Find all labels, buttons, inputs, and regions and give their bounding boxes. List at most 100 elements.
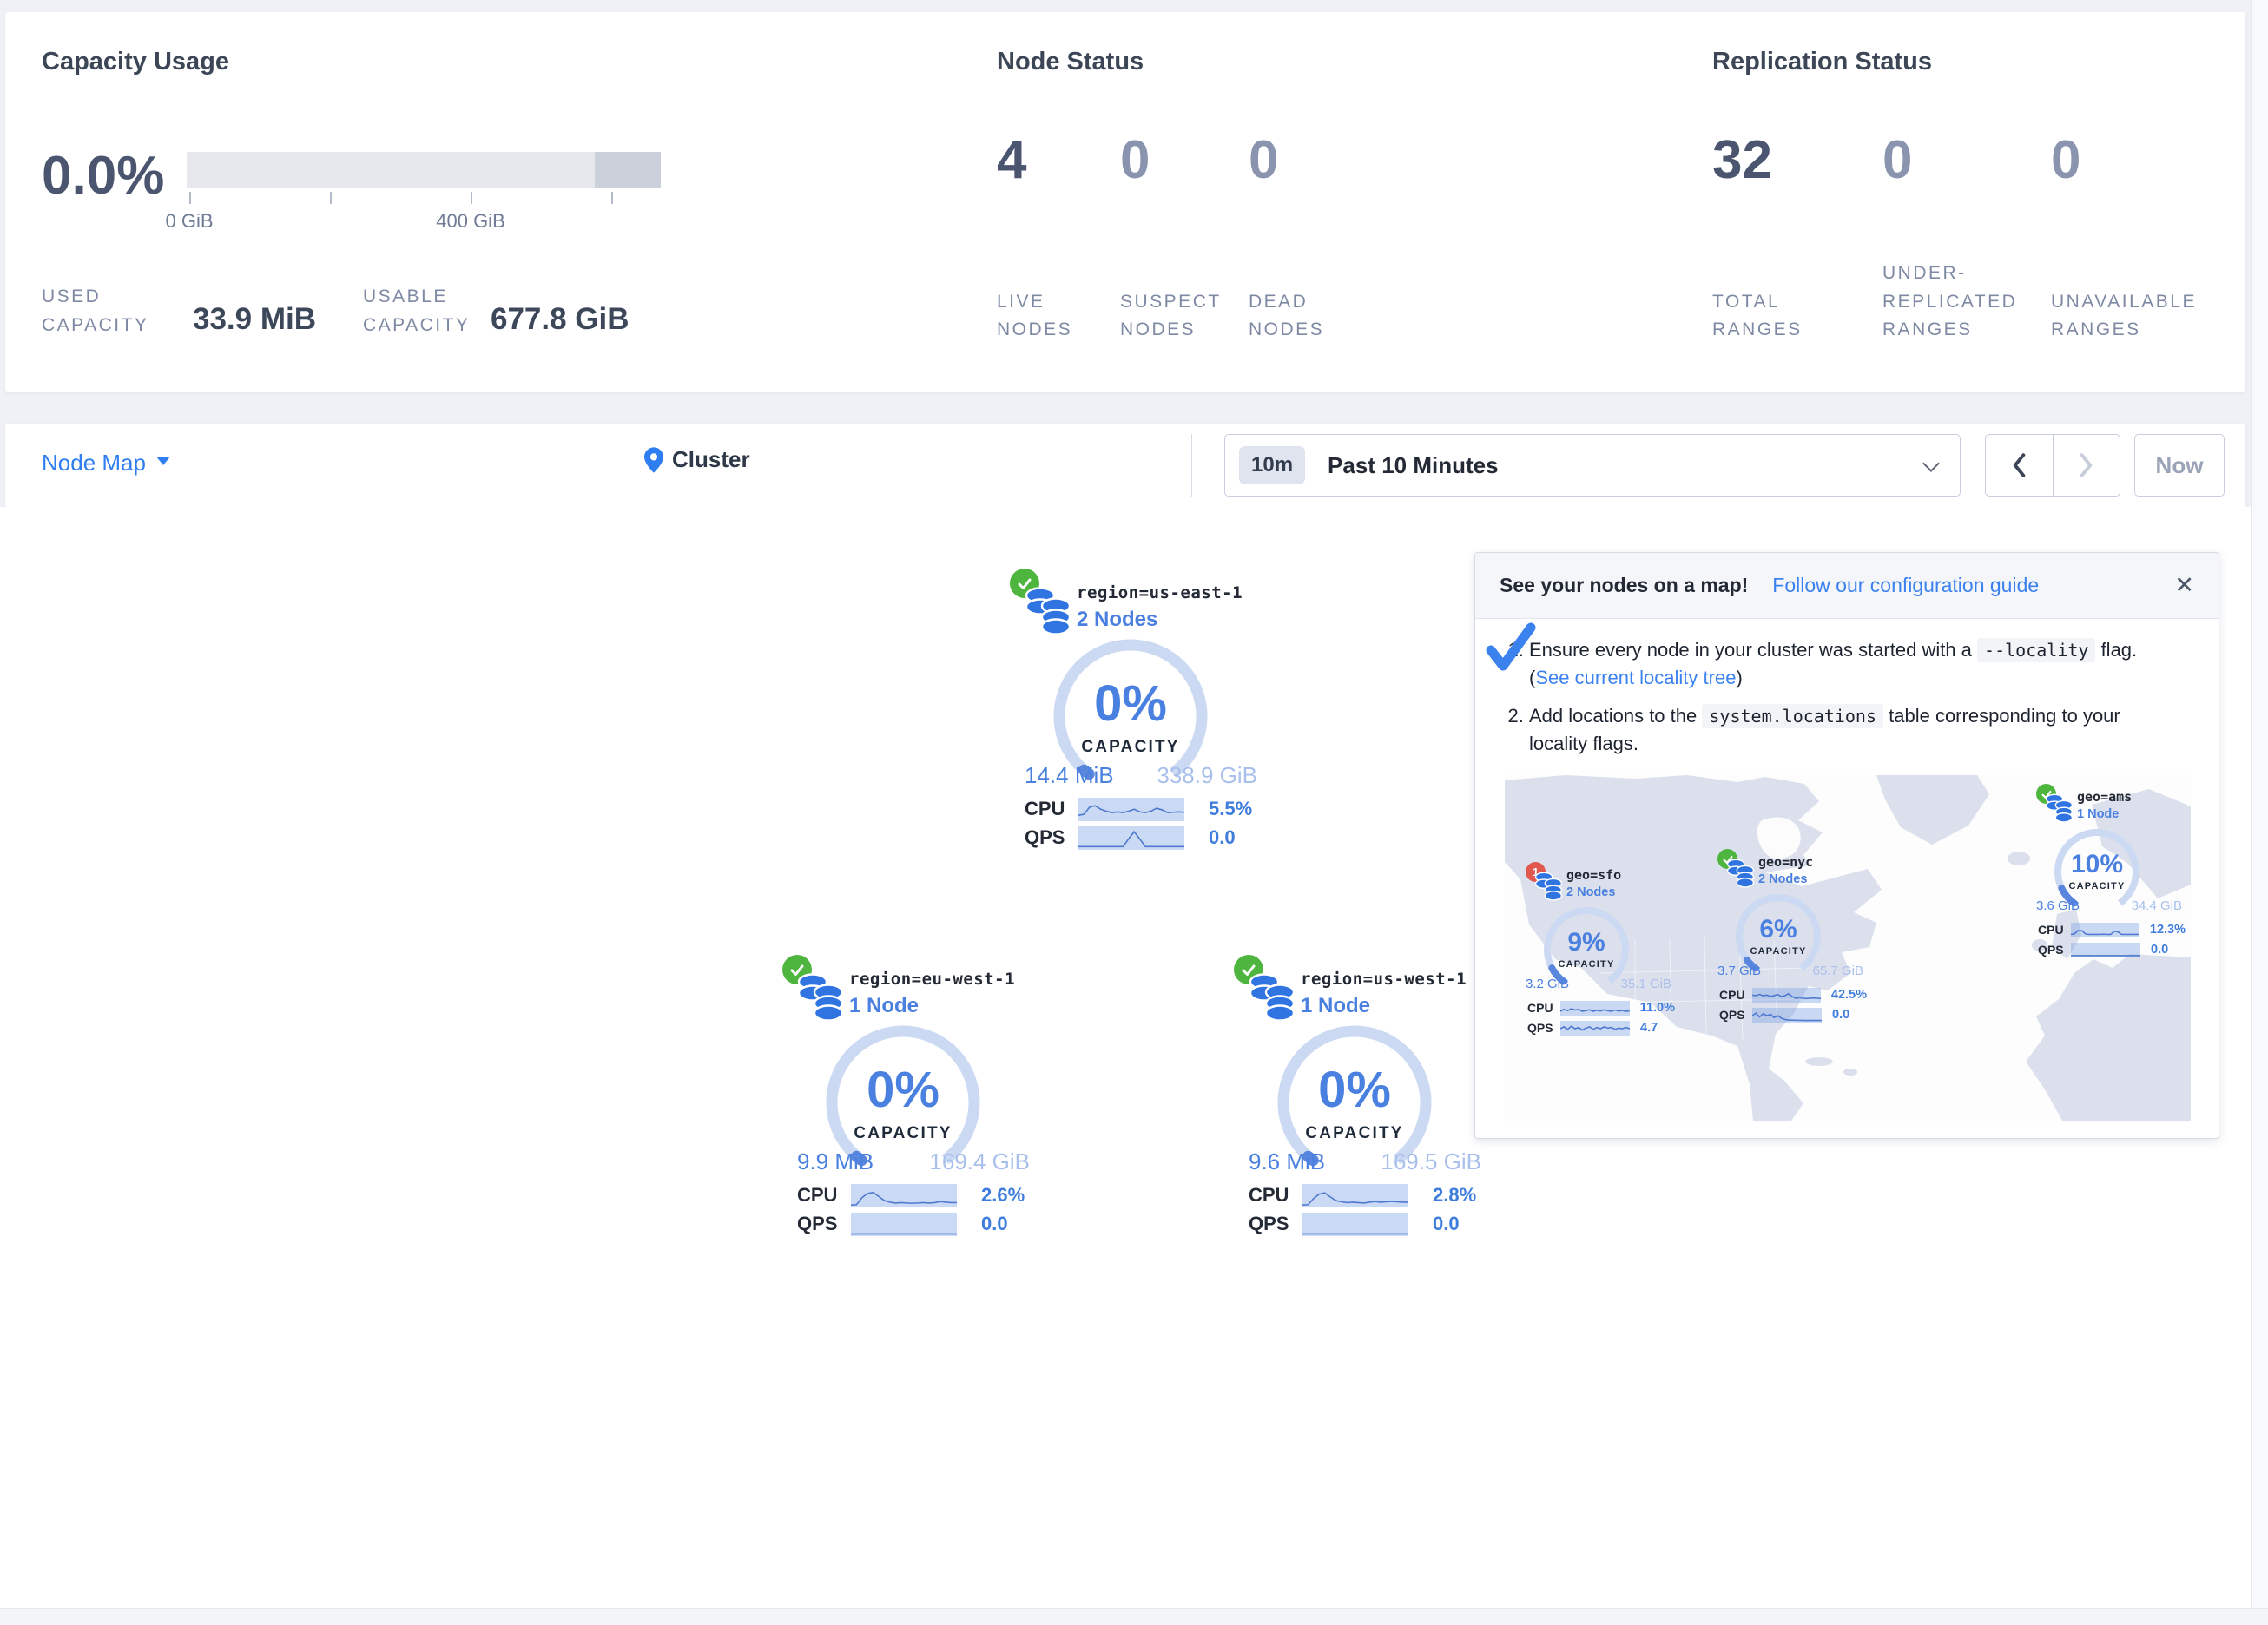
cpu-label: CPU	[1249, 1184, 1302, 1207]
locality-nodes-link[interactable]: 1 Node	[1301, 994, 1370, 1018]
locality-title: region=eu-west-1	[849, 970, 1015, 989]
capacity-label: CAPACITY	[1533, 959, 1640, 970]
locality-card-eu-west-1[interactable]: region=eu-west-1 1 Node 0% CAPACITY 9.9 …	[771, 951, 1049, 1246]
cpu-value: 2.8%	[1433, 1184, 1476, 1207]
qps-value: 0.0	[2151, 943, 2168, 957]
capacity-percent: 6%	[1724, 917, 1832, 943]
capacity-percent: 10%	[2043, 852, 2151, 878]
total-ranges-label: TOTAL RANGES	[1712, 288, 1816, 345]
cpu-metric-row: CPU 2.6%	[797, 1183, 1032, 1207]
setup-step-2: Add locations to the system.locations ta…	[1529, 702, 2153, 758]
time-step-buttons	[1985, 434, 2120, 497]
total-ranges-value: 32	[1712, 134, 1772, 188]
suspect-nodes-value: 0	[1120, 134, 1150, 188]
axis-tick	[611, 192, 613, 204]
setup-steps-list: Ensure every node in your cluster was st…	[1475, 636, 2153, 758]
capacity-used-value: 3.7 GiB	[1717, 964, 1761, 978]
capacity-usage-percent: 0.0%	[42, 149, 164, 203]
node-map-canvas: region=us-east-1 2 Nodes 0% CAPACITY 14.…	[0, 507, 2251, 1608]
database-stack-icon	[1247, 970, 1297, 1023]
time-range-dropdown[interactable]: 10m Past 10 Minutes	[1224, 434, 1961, 497]
locality-nodes-label: 2 Nodes	[1758, 872, 1807, 886]
locality-nodes-label: 1 Node	[2077, 807, 2119, 821]
capacity-label: CAPACITY	[1724, 946, 1832, 957]
cpu-sparkline	[1560, 1001, 1630, 1016]
time-range-label: Past 10 Minutes	[1328, 452, 1499, 479]
qps-sparkline	[1078, 826, 1184, 850]
cpu-sparkline	[1302, 1184, 1408, 1207]
axis-tick	[471, 192, 472, 204]
qps-sparkline	[851, 1213, 957, 1236]
cpu-label: CPU	[1527, 1001, 1560, 1015]
qps-label: QPS	[1025, 826, 1078, 849]
chevron-down-icon	[156, 457, 170, 465]
capacity-usable-segment	[595, 152, 661, 188]
breadcrumb-label: Cluster	[672, 446, 750, 473]
cpu-value: 11.0%	[1640, 1001, 1675, 1015]
capacity-percent: 0%	[1259, 1065, 1450, 1115]
cpu-sparkline	[851, 1184, 957, 1207]
usable-capacity-value: 677.8 GiB	[491, 302, 630, 337]
popup-title: See your nodes on a map!	[1500, 574, 1748, 597]
page-footer-strip	[0, 1608, 2268, 1625]
qps-label: QPS	[1527, 1021, 1560, 1035]
qps-value: 0.0	[1832, 1008, 1849, 1022]
chevron-down-icon	[1922, 455, 1940, 472]
capacity-total-value: 169.4 GiB	[929, 1148, 1030, 1175]
locality-card-us-east-1[interactable]: region=us-east-1 2 Nodes 0% CAPACITY 14.…	[999, 564, 1276, 859]
unavailable-value: 0	[2051, 134, 2080, 188]
close-icon[interactable]: ✕	[2174, 572, 2194, 599]
capacity-used-value: 3.6 GiB	[2036, 898, 2080, 913]
configuration-guide-link[interactable]: Follow our configuration guide	[1772, 574, 2039, 597]
capacity-percent: 0%	[808, 1065, 999, 1115]
database-stack-icon	[1725, 857, 1756, 889]
qps-label: QPS	[1719, 1008, 1752, 1022]
qps-label: QPS	[1249, 1213, 1302, 1235]
cpu-value: 2.6%	[981, 1184, 1025, 1207]
unavailable-label: UNAVAILABLE RANGES	[2051, 288, 2216, 345]
live-nodes-value: 4	[997, 134, 1026, 188]
capacity-used-value: 14.4 MiB	[1025, 762, 1114, 789]
locality-title: geo=sfo	[1566, 867, 1621, 883]
tick-label-400: 400 GiB	[419, 210, 523, 233]
qps-label: QPS	[797, 1213, 851, 1235]
system-locations-code: system.locations	[1702, 704, 1883, 728]
chevron-right-icon	[2078, 452, 2095, 478]
cpu-label: CPU	[1025, 798, 1078, 820]
cpu-label: CPU	[1719, 988, 1752, 1002]
breadcrumb[interactable]: Cluster	[644, 446, 750, 473]
node-status-title: Node Status	[997, 48, 1144, 76]
qps-label: QPS	[2038, 943, 2071, 957]
time-range-badge: 10m	[1239, 446, 1305, 484]
capacity-usage-bar	[187, 152, 661, 188]
database-stack-icon	[1023, 583, 1073, 637]
cpu-label: CPU	[2038, 923, 2071, 937]
time-next-button[interactable]	[2054, 435, 2120, 496]
location-pin-icon	[644, 447, 663, 473]
capacity-label: CAPACITY	[808, 1124, 999, 1143]
time-prev-button[interactable]	[1986, 435, 2054, 496]
now-button[interactable]: Now	[2134, 434, 2225, 497]
scrollbar-gutter[interactable]	[2251, 0, 2268, 1608]
live-nodes-label: LIVE NODES	[997, 288, 1097, 345]
step-done-check-icon	[1484, 621, 1538, 674]
cpu-sparkline	[2071, 923, 2139, 938]
example-world-map: 1 geo=sfo 2 Nodes 9% CAPACITY 3.2 GiB 35…	[1505, 775, 2191, 1121]
locality-title: geo=ams	[2077, 789, 2132, 805]
locality-title: region=us-east-1	[1077, 583, 1243, 602]
locality-tree-link[interactable]: See current locality tree	[1535, 667, 1736, 688]
chevron-left-icon	[2010, 452, 2027, 478]
view-mode-dropdown[interactable]: Node Map	[42, 450, 170, 477]
cpu-label: CPU	[797, 1184, 851, 1207]
locality-card-us-west-1[interactable]: region=us-west-1 1 Node 0% CAPACITY 9.6 …	[1223, 951, 1500, 1246]
capacity-total-value: 338.9 GiB	[1157, 762, 1257, 789]
locality-nodes-label: 2 Nodes	[1566, 885, 1615, 899]
capacity-label: CAPACITY	[1035, 738, 1226, 757]
capacity-used-value: 9.9 MiB	[797, 1148, 874, 1175]
capacity-percent: 9%	[1533, 930, 1640, 956]
cpu-value: 42.5%	[1831, 988, 1867, 1002]
locality-nodes-link[interactable]: 1 Node	[849, 994, 919, 1018]
locality-nodes-link[interactable]: 2 Nodes	[1077, 608, 1157, 632]
capacity-label: CAPACITY	[1259, 1124, 1450, 1143]
qps-value: 4.7	[1640, 1021, 1658, 1035]
